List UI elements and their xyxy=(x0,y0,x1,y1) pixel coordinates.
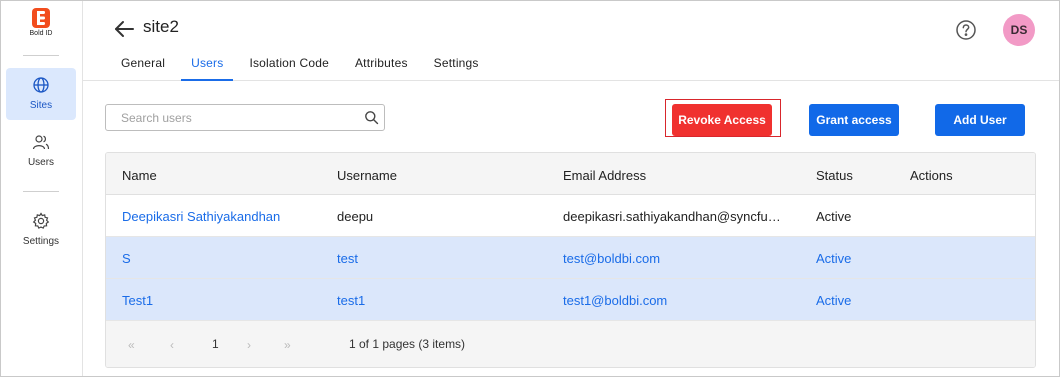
user-status: Active xyxy=(816,209,852,224)
avatar[interactable]: DS xyxy=(1003,14,1035,46)
users-icon xyxy=(32,135,50,150)
gear-icon xyxy=(32,212,50,229)
tab-users[interactable]: Users xyxy=(180,53,234,81)
tab-settings[interactable]: Settings xyxy=(434,53,479,81)
table-header: Name Username Email Address Status Actio… xyxy=(106,153,1035,195)
user-status: Active xyxy=(816,293,852,308)
revoke-access-button[interactable]: Revoke Access xyxy=(672,104,772,136)
sidebar-item-users[interactable]: Users xyxy=(6,125,76,177)
sidebar: Bold ID Sites Users Settings xyxy=(1,1,83,376)
sidebar-divider xyxy=(23,191,59,192)
add-user-button[interactable]: Add User xyxy=(935,104,1025,136)
logo[interactable]: Bold ID xyxy=(29,8,53,37)
user-username: test1 xyxy=(337,293,366,308)
user-status: Active xyxy=(816,251,852,266)
next-page-icon[interactable]: › xyxy=(247,338,251,352)
table-row[interactable]: Test1 test1 test1@boldbi.com Active xyxy=(106,279,1035,321)
search-box xyxy=(105,104,385,131)
tab-general[interactable]: General xyxy=(121,53,165,81)
user-username: deepu xyxy=(337,209,374,224)
user-email: deepikasri.sathiyakandhan@syncfu… xyxy=(563,209,781,224)
user-name-link[interactable]: Test1 xyxy=(122,293,153,308)
pagination: « ‹ 1 › » 1 of 1 pages (3 items) xyxy=(106,321,1035,367)
sidebar-divider xyxy=(23,55,59,56)
help-icon[interactable] xyxy=(955,19,977,41)
page-title: site2 xyxy=(143,17,179,36)
sidebar-item-label: Settings xyxy=(22,236,60,247)
globe-icon xyxy=(33,77,49,93)
grant-access-button[interactable]: Grant access xyxy=(809,104,899,136)
app-window: Bold ID Sites Users Settings site2 DS Ge… xyxy=(0,0,1060,377)
pagination-info: 1 of 1 pages (3 items) xyxy=(349,337,466,351)
user-username: test xyxy=(337,251,358,266)
back-arrow-icon[interactable] xyxy=(113,19,135,39)
page-header: site2 DS General Users Isolation Code At… xyxy=(83,1,1059,81)
prev-page-icon[interactable]: ‹ xyxy=(170,338,174,352)
logo-text: Bold ID xyxy=(29,30,53,37)
tab-attributes[interactable]: Attributes xyxy=(355,53,408,81)
table-row[interactable]: S test test@boldbi.com Active xyxy=(106,237,1035,279)
search-input[interactable] xyxy=(106,105,356,130)
column-header-actions: Actions xyxy=(910,168,953,183)
column-header-status[interactable]: Status xyxy=(816,168,853,183)
first-page-icon[interactable]: « xyxy=(128,338,135,352)
column-header-name[interactable]: Name xyxy=(122,168,157,183)
last-page-icon[interactable]: » xyxy=(284,338,291,352)
sidebar-item-sites[interactable]: Sites xyxy=(6,68,76,120)
tab-bar: General Users Isolation Code Attributes … xyxy=(121,53,505,81)
sidebar-item-label: Users xyxy=(27,157,55,168)
sidebar-item-settings[interactable]: Settings xyxy=(6,204,76,256)
user-email: test@boldbi.com xyxy=(563,251,661,266)
table-row[interactable]: Deepikasri Sathiyakandhan deepu deepikas… xyxy=(106,195,1035,237)
column-header-email[interactable]: Email Address xyxy=(563,168,646,183)
page-number[interactable]: 1 xyxy=(212,337,219,351)
column-header-username[interactable]: Username xyxy=(337,168,397,183)
user-name-link[interactable]: Deepikasri Sathiyakandhan xyxy=(122,209,280,224)
sidebar-item-label: Sites xyxy=(29,100,53,111)
user-email: test1@boldbi.com xyxy=(563,293,668,308)
user-name-link[interactable]: S xyxy=(122,251,131,266)
bold-id-logo-icon xyxy=(32,8,50,28)
search-icon[interactable] xyxy=(364,110,379,125)
users-table: Name Username Email Address Status Actio… xyxy=(105,152,1036,368)
tab-isolation-code[interactable]: Isolation Code xyxy=(249,53,329,81)
